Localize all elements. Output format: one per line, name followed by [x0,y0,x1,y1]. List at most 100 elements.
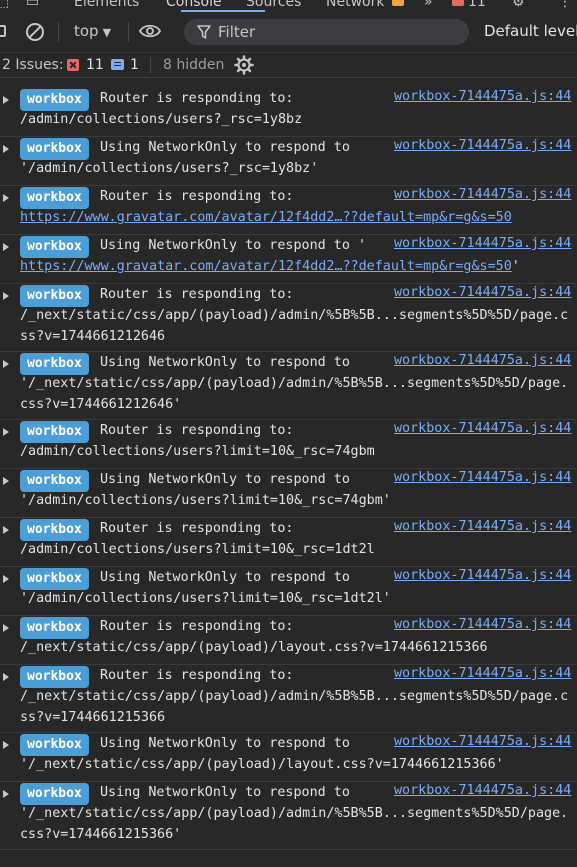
log-message: Using NetworkOnly to respond to ' [100,238,367,253]
info-message-icon[interactable] [111,59,124,70]
log-message-detail: ss?v=1744661212646 [20,329,166,344]
workbox-badge: workbox [20,519,89,541]
source-link[interactable]: workbox-7144475a.js:44 [394,89,571,104]
source-link[interactable]: workbox-7144475a.js:44 [394,519,571,534]
context-selector[interactable]: top ▼ [74,22,111,40]
expand-arrow-icon[interactable] [3,624,9,632]
source-link[interactable]: workbox-7144475a.js:44 [394,470,571,485]
log-entry[interactable]: workbox Router is responding to: /admin/… [0,518,577,567]
log-message-detail: '/admin/collections/users?limit=10&_rsc=… [20,591,391,606]
error-icon[interactable] [452,0,464,6]
tab-console[interactable]: Console [166,0,222,10]
log-entry[interactable]: workbox Router is responding to: https:/… [0,186,577,235]
log-message-detail: /admin/collections/users?limit=10&_rsc=1… [20,542,375,557]
log-levels-dropdown[interactable]: Default levels [484,22,577,40]
filter-input[interactable] [218,22,458,42]
log-entry[interactable]: workbox Using NetworkOnly to respond to … [0,733,577,782]
source-link[interactable]: workbox-7144475a.js:44 [394,187,571,202]
context-label: top [74,22,99,40]
gravatar-url-link[interactable]: https://www.gravatar.com/avatar/12f4dd2…… [20,259,512,274]
sidebar-toggle-icon[interactable] [0,25,6,37]
expand-arrow-icon[interactable] [3,428,9,436]
console-settings-gear-icon[interactable] [234,55,254,75]
log-entry[interactable]: workbox Using NetworkOnly to respond to … [0,235,577,284]
issues-label[interactable]: 2 Issues: [2,57,64,73]
log-message: Using NetworkOnly to respond to [100,570,350,585]
workbox-badge: workbox [20,89,89,111]
settings-gear-icon[interactable]: ⚙ [512,0,525,10]
tab-network[interactable]: Network [326,0,384,10]
workbox-badge: workbox [20,617,89,639]
log-entry[interactable]: workbox Using NetworkOnly to respond to … [0,782,577,850]
live-expression-eye-icon[interactable] [139,24,161,38]
filter-icon [197,25,211,39]
workbox-badge: workbox [20,421,89,443]
log-message: Router is responding to: [100,91,294,106]
source-link[interactable]: workbox-7144475a.js:44 [394,617,571,632]
device-toolbar-icon[interactable]: ▭ [26,0,39,10]
log-message-detail: /_next/static/css/app/(payload)/admin/%5… [20,689,569,704]
workbox-badge: workbox [20,236,89,258]
log-message-detail: /_next/static/css/app/(payload)/layout.c… [20,640,488,655]
console-toolbar: top▼ Default levels [0,12,577,52]
filter-box[interactable] [184,19,469,45]
log-message-detail: css?v=1744661215366' [20,827,182,842]
workbox-badge: workbox [20,187,89,209]
log-entry[interactable]: workbox Using NetworkOnly to respond to … [0,137,577,186]
source-link[interactable]: workbox-7144475a.js:44 [394,353,571,368]
expand-arrow-icon[interactable] [3,741,9,749]
expand-arrow-icon[interactable] [3,96,9,104]
workbox-badge: workbox [20,666,89,688]
log-entry[interactable]: workbox Router is responding to: /admin/… [0,420,577,469]
expand-arrow-icon[interactable] [3,360,9,368]
log-entry[interactable]: workbox Using NetworkOnly to respond to … [0,352,577,420]
issues-bar: 2 Issues: 11 1 8 hidden [0,52,577,78]
source-link[interactable]: workbox-7144475a.js:44 [394,734,571,749]
source-link[interactable]: workbox-7144475a.js:44 [394,783,571,798]
workbox-badge: workbox [20,138,89,160]
expand-arrow-icon[interactable] [3,194,9,202]
log-message: Router is responding to: [100,287,294,302]
log-message-detail: '/_next/static/css/app/(payload)/layout.… [20,757,504,772]
workbox-badge: workbox [20,568,89,590]
gravatar-url-link[interactable]: https://www.gravatar.com/avatar/12f4dd2…… [20,210,512,225]
source-link[interactable]: workbox-7144475a.js:44 [394,138,571,153]
expand-arrow-icon[interactable] [3,673,9,681]
expand-arrow-icon[interactable] [3,243,9,251]
source-link[interactable]: workbox-7144475a.js:44 [394,236,571,251]
tab-sources[interactable]: Sources [246,0,301,10]
log-message: Router is responding to: [100,423,294,438]
expand-arrow-icon[interactable] [3,292,9,300]
log-message: Using NetworkOnly to respond to [100,140,350,155]
expand-arrow-icon[interactable] [3,790,9,798]
expand-arrow-icon[interactable] [3,526,9,534]
error-count[interactable]: 11 [468,0,486,10]
more-options-icon[interactable]: ⋮ [558,0,572,10]
devtools-tab-bar: ⬚ ▭ Elements Console Sources Network » 1… [0,0,577,12]
expand-arrow-icon[interactable] [3,477,9,485]
error-icon[interactable] [67,59,79,71]
log-entry[interactable]: workbox Using NetworkOnly to respond to … [0,469,577,518]
issues-info-count[interactable]: 1 [130,57,139,73]
expand-arrow-icon[interactable] [3,575,9,583]
issues-error-count[interactable]: 11 [86,57,104,73]
tab-elements[interactable]: Elements [74,0,139,10]
expand-arrow-icon[interactable] [3,145,9,153]
log-entry[interactable]: workbox Router is responding to: /admin/… [0,88,577,137]
log-entry[interactable]: workbox Router is responding to: /_next/… [0,616,577,665]
workbox-badge: workbox [20,353,89,375]
log-entry[interactable]: workbox Using NetworkOnly to respond to … [0,567,577,616]
console-log: workbox Router is responding to: /admin/… [0,88,577,850]
more-tabs-button[interactable]: » [424,0,433,10]
log-message-detail: '/_next/static/css/app/(payload)/admin/%… [20,806,569,821]
source-link[interactable]: workbox-7144475a.js:44 [394,421,571,436]
source-link[interactable]: workbox-7144475a.js:44 [394,285,571,300]
clear-console-icon[interactable] [26,23,44,41]
log-entry[interactable]: workbox Router is responding to: /_next/… [0,665,577,733]
inspect-icon[interactable]: ⬚ [0,0,9,10]
log-entry[interactable]: workbox Router is responding to: /_next/… [0,284,577,352]
log-message: Router is responding to: [100,668,294,683]
source-link[interactable]: workbox-7144475a.js:44 [394,666,571,681]
source-link[interactable]: workbox-7144475a.js:44 [394,568,571,583]
workbox-badge: workbox [20,470,89,492]
